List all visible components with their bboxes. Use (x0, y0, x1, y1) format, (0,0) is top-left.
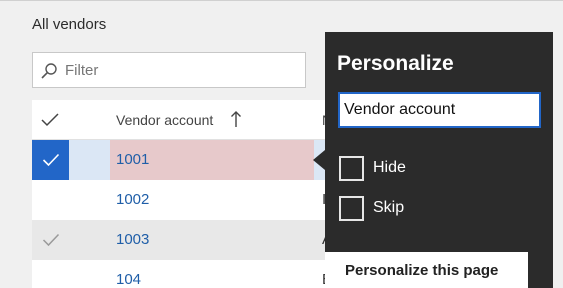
sort-ascending-icon (231, 111, 241, 127)
personalize-this-page-button[interactable]: Personalize this page (325, 252, 528, 288)
table-row[interactable]: 1002 I (32, 180, 332, 220)
column-label-input[interactable] (338, 92, 541, 128)
column-header-vendor-account[interactable]: Vendor account (116, 112, 213, 128)
table-row[interactable]: 1001 (32, 140, 332, 180)
row-select-cell[interactable] (32, 180, 69, 220)
filter-field[interactable] (32, 52, 306, 88)
personalize-flyout: Personalize Hide Skip Personalize this p… (325, 32, 553, 288)
row-checkmark-icon (42, 153, 60, 167)
filter-input[interactable] (65, 60, 295, 80)
flyout-title: Personalize (337, 52, 454, 75)
skip-checkbox[interactable] (339, 196, 364, 221)
vendor-grid: Vendor account N 1001 1002 I 1003 A (32, 100, 332, 288)
vendor-account-link[interactable]: 1001 (116, 151, 149, 168)
hide-checkbox[interactable] (339, 156, 364, 181)
vendor-account-link[interactable]: 1002 (116, 191, 149, 208)
row-select-cell[interactable] (32, 220, 69, 260)
vendor-account-link[interactable]: 1003 (116, 231, 149, 248)
row-select-cell[interactable] (32, 260, 69, 288)
skip-label: Skip (373, 199, 405, 216)
page-title: All vendors (32, 16, 107, 33)
flyout-pointer (313, 150, 325, 170)
table-row[interactable]: 1003 A (32, 220, 332, 260)
grid-header: Vendor account N (32, 100, 332, 140)
vendor-account-link[interactable]: 104 (116, 271, 141, 288)
row-checkmark-icon (42, 233, 60, 247)
select-all-checkmark-icon[interactable] (40, 112, 60, 128)
search-icon (41, 63, 57, 79)
hide-label: Hide (373, 159, 406, 176)
table-row[interactable]: 104 E (32, 260, 332, 288)
row-select-cell[interactable] (32, 140, 69, 180)
